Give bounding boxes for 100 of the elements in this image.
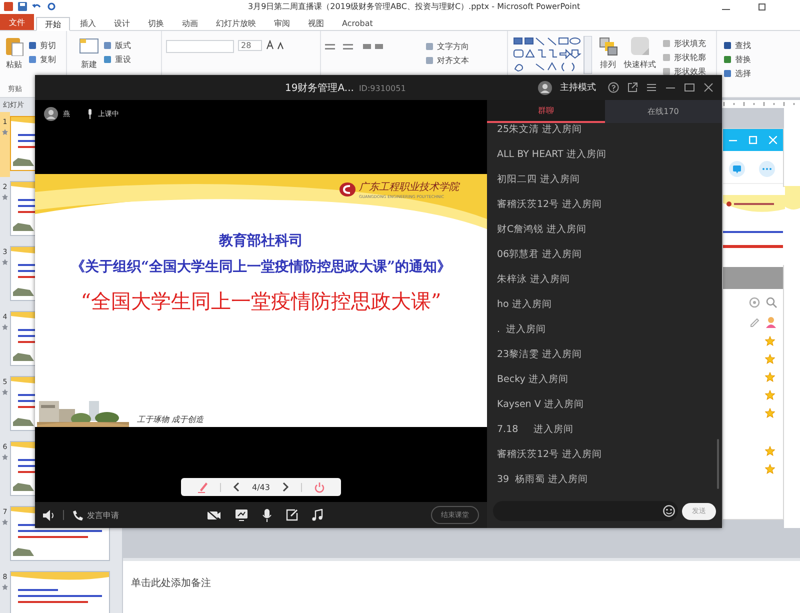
ribbon-tab[interactable]: 幻灯片放映 (208, 16, 264, 30)
message-field[interactable] (493, 501, 678, 522)
chat-message: 23黎洁雯 进入房间 (496, 348, 584, 362)
chat-message: Becky 进入房间 (496, 374, 570, 387)
slide-thumbnail[interactable] (10, 181, 35, 236)
ribbon-button[interactable]: 形状填充 (662, 38, 706, 49)
scrollbar-thumb[interactable] (717, 438, 719, 489)
arrange-icon (598, 36, 618, 56)
ribbon-button[interactable]: 排列 (598, 34, 618, 70)
style-icon (630, 36, 650, 56)
maximize-icon[interactable] (684, 82, 695, 93)
list-icon[interactable] (325, 42, 385, 52)
star-icon (2, 519, 8, 525)
window-title: 3月9日第二周直播课（2019级财务管理ABC、投资与理财C）.pptx - Microsoft PowerPoint (248, 1, 582, 12)
ribbon-button[interactable]: 粘贴 (4, 34, 24, 70)
ribbon-button[interactable]: 复制 (28, 54, 56, 65)
star-icon (2, 584, 8, 590)
ribbon-button[interactable]: 形状轮廓 (662, 52, 706, 63)
star-icon (2, 454, 8, 460)
search-icon[interactable] (766, 297, 777, 308)
host-mode-label: 主持模式 (560, 82, 596, 94)
ribbon-button[interactable]: 查找 (723, 40, 793, 51)
request-speak-button[interactable]: 发言申请 (72, 510, 119, 520)
chat-tab[interactable]: 群聊 (487, 100, 604, 123)
chat-tab[interactable]: 在线170 (604, 100, 722, 123)
speaker-icon[interactable] (43, 510, 55, 520)
ribbon-button[interactable]: 重设 (103, 54, 131, 65)
slide-thumbnail[interactable] (10, 246, 35, 301)
ribbon-button[interactable]: 新建 (79, 34, 99, 70)
chat-message: 25朱文清 进入房间 (496, 124, 584, 137)
chat-message: 初阳二四 进入房间 (496, 174, 582, 187)
next-icon[interactable] (282, 482, 289, 492)
ribbon-button[interactable]: 文字方向 (425, 41, 469, 52)
ribbon-tab[interactable]: 切换 (140, 16, 172, 30)
ribbon-tab[interactable]: 动画 (174, 16, 206, 30)
pen-icon[interactable] (197, 481, 208, 493)
chat-message: 财C詹鸿锐 进入房间 (496, 224, 588, 237)
slide-thumbnail[interactable] (10, 116, 35, 171)
font-size-field[interactable]: 28 (238, 40, 262, 51)
phone-icon (72, 510, 83, 520)
star-icon (765, 408, 775, 418)
slide-thumbnail[interactable] (10, 376, 35, 431)
notes-placeholder: 单击此处添加备注 (131, 578, 211, 589)
popout-icon[interactable] (627, 82, 638, 93)
ribbon-button[interactable]: 替换 (723, 54, 793, 65)
clipboard-icon (4, 36, 24, 56)
shapes-gallery-icon[interactable] (512, 36, 592, 74)
chat-message: . 进入房间 (496, 324, 548, 337)
emoji-icon[interactable] (663, 505, 675, 518)
ribbon-tab[interactable]: 插入 (72, 16, 104, 30)
microphone-icon[interactable] (262, 508, 272, 522)
star-icon (765, 446, 775, 456)
power-icon[interactable] (314, 482, 325, 492)
room-id: ID:9310051 (358, 84, 406, 93)
ribbon-button[interactable]: 快速样式 (624, 34, 656, 70)
ribbon-tab[interactable]: 视图 (300, 16, 332, 30)
star-icon (2, 259, 8, 265)
chat-message: Kaysen V 进入房间 (496, 398, 585, 412)
chat-icon[interactable] (729, 161, 745, 177)
music-icon[interactable] (312, 509, 323, 521)
ribbon-button[interactable]: 选择 (723, 68, 793, 79)
help-icon[interactable] (608, 82, 619, 93)
star-icon (765, 464, 775, 474)
star-icon (765, 390, 775, 400)
slide-thumbnail[interactable] (10, 311, 35, 366)
ribbon-tab[interactable]: 设计 (106, 16, 138, 30)
font-name-field[interactable] (166, 40, 234, 53)
ribbon-tab[interactable]: 开始 (36, 17, 70, 31)
slide-thumbnail[interactable] (10, 571, 110, 613)
school-name: 广东工程职业技术学院 (359, 180, 459, 194)
ribbon-tab[interactable]: 审阅 (266, 16, 298, 30)
ribbon-button[interactable]: 形状效果 (662, 66, 706, 77)
restore-icon[interactable] (758, 2, 766, 10)
screen-share-icon[interactable] (235, 509, 248, 521)
avatar-icon (44, 107, 58, 121)
more-icon[interactable] (759, 161, 775, 177)
header-strip (723, 267, 783, 289)
menu-icon[interactable] (646, 82, 657, 93)
edit-icon[interactable] (286, 509, 298, 521)
save-icon[interactable] (18, 2, 27, 11)
ribbon-button[interactable]: 版式 (103, 40, 131, 51)
slide-text: 《关于组织“全国大学生同上一堂疫情防控思政大课”的通知》 (70, 258, 452, 277)
star-icon (2, 194, 8, 200)
previous-icon[interactable] (233, 482, 240, 492)
chat-message: ho 进入房间 (496, 298, 553, 312)
star-icon (2, 389, 8, 395)
ribbon-button[interactable]: 剪切 (28, 40, 56, 51)
ribbon-button[interactable]: 对齐文本 (425, 55, 469, 66)
close-icon[interactable] (703, 82, 714, 93)
camera-off-icon[interactable] (207, 510, 221, 520)
chat-message: 39 杨雨蜀 进入房间 (496, 474, 590, 487)
slide-thumbnail[interactable] (10, 441, 35, 496)
slide-icon (79, 36, 99, 56)
avatar-icon[interactable] (538, 80, 552, 94)
chat-message: 7.18 进入房间 (496, 424, 574, 437)
file-tab[interactable]: 文件 (0, 14, 34, 30)
ribbon-tab[interactable]: Acrobat (334, 16, 381, 30)
chat-message: ALL BY HEART 进入房间 (496, 148, 608, 162)
class-title: 19财务管理A... (285, 82, 354, 95)
slide-text: “全国大学生同上一堂疫情防控思政大课” (80, 288, 442, 315)
